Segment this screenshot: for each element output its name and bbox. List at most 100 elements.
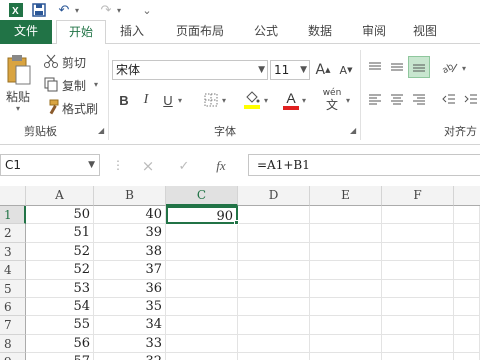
cell-e4[interactable] (310, 261, 382, 280)
customize-quick-access-icon[interactable]: ⌄ (140, 0, 154, 20)
row-header[interactable]: 3 (0, 242, 26, 262)
cell-b5[interactable]: 36 (94, 279, 166, 298)
cell-b8[interactable]: 33 (94, 334, 166, 354)
cell-b4[interactable]: 37 (94, 261, 166, 280)
cell-d4[interactable] (238, 261, 310, 280)
cell-e9[interactable] (310, 353, 382, 360)
undo-dropdown-icon[interactable]: ▾ (72, 0, 82, 20)
clipboard-launcher-icon[interactable]: ◢ (98, 126, 104, 135)
font-name-combo[interactable]: 宋体 ▼ (112, 60, 268, 80)
decrease-indent-icon[interactable] (440, 90, 458, 108)
cell-a5[interactable]: 53 (26, 279, 94, 298)
column-header-b[interactable]: B (94, 186, 166, 206)
tab-page-layout[interactable]: 页面布局 (168, 20, 232, 44)
cell-d5[interactable] (238, 279, 310, 298)
cell-g3[interactable] (454, 242, 480, 262)
cell-c2[interactable] (166, 224, 238, 243)
tab-home[interactable]: 开始 (56, 20, 106, 45)
italic-button[interactable]: I (138, 90, 154, 110)
cell-e8[interactable] (310, 334, 382, 354)
row-header[interactable]: 6 (0, 298, 26, 317)
underline-button[interactable]: U (160, 90, 176, 110)
column-header-f[interactable]: F (382, 186, 454, 206)
bold-button[interactable]: B (116, 90, 132, 110)
tab-view[interactable]: 视图 (405, 20, 445, 44)
cell-f2[interactable] (382, 224, 454, 243)
cell-f4[interactable] (382, 261, 454, 280)
cell-b3[interactable]: 38 (94, 242, 166, 262)
font-size-combo[interactable]: 11 ▼ (270, 60, 310, 80)
cell-a7[interactable]: 55 (26, 316, 94, 335)
enter-icon[interactable]: ✓ (174, 156, 194, 176)
cell-f8[interactable] (382, 334, 454, 354)
align-middle-icon[interactable] (388, 58, 406, 76)
select-all-corner[interactable] (0, 186, 26, 206)
cell-d9[interactable] (238, 353, 310, 360)
column-header-d[interactable]: D (238, 186, 310, 206)
cell-f6[interactable] (382, 298, 454, 317)
cell-d7[interactable] (238, 316, 310, 335)
font-launcher-icon[interactable]: ◢ (350, 126, 356, 135)
cell-g2[interactable] (454, 224, 480, 243)
tab-review[interactable]: 审阅 (354, 20, 394, 44)
cell-d8[interactable] (238, 334, 310, 354)
column-header-c[interactable]: C (166, 186, 238, 206)
row-header[interactable]: 5 (0, 279, 26, 298)
column-header-g[interactable] (454, 186, 480, 206)
cell-b2[interactable]: 39 (94, 224, 166, 243)
cell-a4[interactable]: 52 (26, 261, 94, 280)
cell-a8[interactable]: 56 (26, 334, 94, 354)
cut-label[interactable]: 剪切 (62, 54, 86, 71)
redo-dropdown-icon[interactable]: ▾ (114, 0, 124, 20)
cell-e3[interactable] (310, 242, 382, 262)
row-header[interactable]: 2 (0, 224, 26, 243)
cell-g8[interactable] (454, 334, 480, 354)
borders-icon[interactable] (202, 90, 220, 110)
underline-dropdown-icon[interactable]: ▾ (178, 96, 182, 105)
align-top-icon[interactable] (366, 58, 384, 76)
cell-a2[interactable]: 51 (26, 224, 94, 243)
cell-f1[interactable] (382, 206, 454, 225)
row-header[interactable]: 8 (0, 334, 26, 354)
cell-b9[interactable]: 32 (94, 353, 166, 360)
fill-color-dropdown-icon[interactable]: ▾ (264, 96, 268, 105)
cell-c8[interactable] (166, 334, 238, 354)
align-center-icon[interactable] (388, 90, 406, 108)
cut-icon[interactable] (42, 52, 60, 70)
cell-d3[interactable] (238, 242, 310, 262)
tab-insert[interactable]: 插入 (112, 20, 152, 44)
formula-input[interactable]: =A1+B1 (248, 154, 480, 176)
increase-font-size-button[interactable]: A ▲ (315, 60, 331, 80)
cell-g4[interactable] (454, 261, 480, 280)
cell-e5[interactable] (310, 279, 382, 298)
align-right-icon[interactable] (410, 90, 428, 108)
cell-g6[interactable] (454, 298, 480, 317)
row-header[interactable]: 9 (0, 353, 26, 360)
cell-d6[interactable] (238, 298, 310, 317)
decrease-font-size-button[interactable]: A ▼ (338, 60, 354, 80)
cell-f7[interactable] (382, 316, 454, 335)
cell-e2[interactable] (310, 224, 382, 243)
cell-a6[interactable]: 54 (26, 298, 94, 317)
row-header[interactable]: 7 (0, 316, 26, 335)
orientation-icon[interactable]: ab (440, 58, 460, 76)
name-box[interactable]: C1 ▼ (0, 154, 100, 176)
redo-icon[interactable]: ↷ (98, 0, 114, 20)
increase-indent-icon[interactable] (462, 90, 480, 108)
column-header-a[interactable]: A (26, 186, 94, 206)
cell-f5[interactable] (382, 279, 454, 298)
cell-g5[interactable] (454, 279, 480, 298)
paste-dropdown-icon[interactable]: ▾ (16, 104, 20, 113)
paste-button[interactable] (4, 52, 34, 88)
cell-b1[interactable]: 40 (94, 206, 166, 225)
cell-a9[interactable]: 57 (26, 353, 94, 360)
phonetic-guide-button[interactable]: wén 文 (320, 86, 344, 114)
cell-d1[interactable] (238, 206, 310, 225)
phonetic-dropdown-icon[interactable]: ▾ (346, 96, 350, 105)
row-header[interactable]: 1 (0, 206, 26, 225)
cell-a3[interactable]: 52 (26, 242, 94, 262)
font-color-dropdown-icon[interactable]: ▾ (302, 96, 306, 105)
insert-function-button[interactable]: fx (210, 156, 232, 176)
cell-c7[interactable] (166, 316, 238, 335)
cell-g7[interactable] (454, 316, 480, 335)
